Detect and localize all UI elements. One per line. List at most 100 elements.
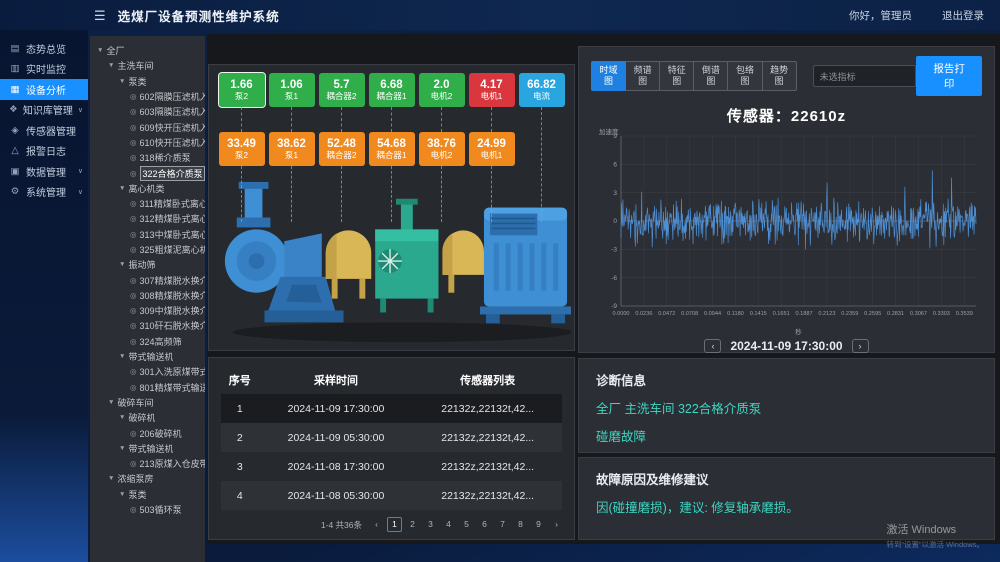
table-row[interactable]: 32024-11-08 17:30:0022132z,22132t,42... — [221, 452, 562, 481]
tree-node[interactable]: ◎609快开压滤机入料泵 — [90, 119, 205, 134]
tab-特征图[interactable]: 特征图 — [660, 61, 694, 91]
tree-expand-icon[interactable]: ▼ — [119, 185, 125, 192]
table-row[interactable]: 42024-11-08 05:30:0022132z,22132t,42... — [221, 481, 562, 510]
tree-node[interactable]: ▼带式输送机 — [90, 441, 205, 456]
metric-badge-top[interactable]: 6.68耦合器1 — [369, 73, 415, 107]
tree-node[interactable]: ▼泵类 — [90, 487, 205, 502]
pagination-page[interactable]: 8 — [513, 517, 528, 532]
tree-expand-icon[interactable]: ▼ — [119, 414, 125, 421]
tab-倒谱图[interactable]: 倒谱图 — [694, 61, 728, 91]
sidebar-item-5[interactable]: ◈传感器管理 — [0, 120, 88, 141]
pagination-prev[interactable]: ‹ — [369, 517, 384, 532]
svg-text:0.3539: 0.3539 — [956, 311, 973, 317]
table-pagination: 1-4 共36条‹123456789› — [321, 517, 564, 532]
metric-badge-top[interactable]: 66.82电流 — [519, 73, 565, 107]
menu-toggle-icon[interactable]: ☰ — [94, 9, 106, 22]
tree-node[interactable]: ▼破碎车间 — [90, 395, 205, 410]
metric-badge-bottom[interactable]: 24.99电机1 — [469, 132, 515, 166]
tree-expand-icon[interactable]: ▼ — [97, 47, 103, 54]
badge-label: 耦合器1 — [376, 92, 406, 101]
tree-node[interactable]: ◎313中煤卧式离心机 — [90, 227, 205, 242]
waveform-line — [621, 170, 976, 249]
tree-node[interactable]: ◎325粗煤泥离心机 — [90, 242, 205, 257]
tree-node[interactable]: ▼全厂 — [90, 43, 205, 58]
knowledge-icon: ❖ — [9, 104, 18, 115]
tree-node[interactable]: ◎213原煤入仓皮带 — [90, 456, 205, 471]
pagination-page[interactable]: 6 — [477, 517, 492, 532]
tree-node[interactable]: ◎603隔膜压滤机入料泵 — [90, 104, 205, 119]
sidebar-item-1[interactable]: ▤态势总览 — [0, 38, 88, 59]
logout-link[interactable]: 退出登录 — [942, 8, 984, 23]
tree-node[interactable]: ◎318稀介质泵 — [90, 150, 205, 165]
pagination-page[interactable]: 2 — [405, 517, 420, 532]
tree-node[interactable]: ◎301入洗原煤带式输送机 — [90, 364, 205, 379]
pagination-next[interactable]: › — [549, 517, 564, 532]
sidebar-item-6[interactable]: △报警日志 — [0, 141, 88, 162]
tree-expand-icon[interactable]: ▼ — [119, 78, 125, 85]
table-row[interactable]: 12024-11-09 17:30:0022132z,22132t,42... — [221, 394, 562, 423]
tree-node-label: 312精煤卧式离心机 — [140, 212, 205, 225]
sidebar-item-3[interactable]: ▦设备分析 — [0, 79, 88, 100]
tree-expand-icon[interactable]: ▼ — [119, 445, 125, 452]
metric-badge-bottom[interactable]: 38.62泵1 — [269, 132, 315, 166]
tree-expand-icon[interactable]: ▼ — [119, 261, 125, 268]
tree-node[interactable]: ▼离心机类 — [90, 181, 205, 196]
pagination-page[interactable]: 9 — [531, 517, 546, 532]
metric-badge-top[interactable]: 1.06泵1 — [269, 73, 315, 107]
tree-node[interactable]: ◎322合格介质泵 — [90, 165, 205, 180]
tree-node[interactable]: ▼浓缩泵房 — [90, 471, 205, 486]
tree-node[interactable]: ▼带式输送机 — [90, 349, 205, 364]
metric-badge-bottom[interactable]: 33.49泵2 — [219, 132, 265, 166]
pagination-page[interactable]: 3 — [423, 517, 438, 532]
app-root: ☰ 选煤厂设备预测性维护系统 你好，管理员 退出登录 ▤态势总览▥实时监控▦设备… — [0, 0, 1000, 562]
metric-badge-top[interactable]: 4.17电机1 — [469, 73, 515, 107]
tree-expand-icon[interactable]: ▼ — [119, 353, 125, 360]
tree-node[interactable]: ◎311精煤卧式离心机 — [90, 196, 205, 211]
print-report-button[interactable]: 报告打印 — [916, 56, 982, 96]
metric-badge-bottom[interactable]: 38.76电机2 — [419, 132, 465, 166]
tree-node[interactable]: ▼振动筛 — [90, 257, 205, 272]
pagination-page[interactable]: 1 — [387, 517, 402, 532]
indicator-select[interactable]: 未选指标 — [813, 65, 917, 87]
tab-时域图[interactable]: 时域图 — [591, 61, 626, 91]
next-date-button[interactable]: › — [852, 339, 869, 353]
tab-频谱图[interactable]: 频谱图 — [626, 61, 660, 91]
view-tabs: 时域图频谱图特征图倒谱图包络图趋势图 — [591, 61, 797, 91]
tree-node[interactable]: ◎312精煤卧式离心机 — [90, 211, 205, 226]
sidebar-item-2[interactable]: ▥实时监控 — [0, 59, 88, 80]
metric-badge-bottom[interactable]: 54.68耦合器1 — [369, 132, 415, 166]
tree-expand-icon[interactable]: ▼ — [119, 491, 125, 498]
tab-包络图[interactable]: 包络图 — [728, 61, 762, 91]
sidebar-item-7[interactable]: ▣数据管理∨ — [0, 161, 88, 182]
tree-node[interactable]: ◎206破碎机 — [90, 425, 205, 440]
tree-node[interactable]: ▼破碎机 — [90, 410, 205, 425]
pagination-page[interactable]: 7 — [495, 517, 510, 532]
tree-node[interactable]: ▼泵类 — [90, 74, 205, 89]
metric-badge-bottom[interactable]: 52.48耦合器2 — [319, 132, 365, 166]
tree-node[interactable]: ◎309中煤脱水换介筛 — [90, 303, 205, 318]
tree-expand-icon[interactable]: ▼ — [108, 399, 114, 406]
tree-node[interactable]: ◎307精煤脱水换介筛 — [90, 272, 205, 287]
tree-node[interactable]: ◎503循环泵 — [90, 502, 205, 517]
advice-panel: 故障原因及维修建议 因(碰撞磨损)，建议: 修复轴承磨损。 — [578, 457, 995, 540]
prev-date-button[interactable]: ‹ — [704, 339, 721, 353]
tree-node[interactable]: ◎310矸石脱水换介筛 — [90, 318, 205, 333]
tree-node[interactable]: ◎801精煤带式输送机 — [90, 380, 205, 395]
tree-node[interactable]: ◎308精煤脱水换介筛 — [90, 288, 205, 303]
tree-expand-icon[interactable]: ▼ — [108, 62, 114, 69]
pagination-page[interactable]: 4 — [441, 517, 456, 532]
sidebar-item-4[interactable]: ❖知识库管理∨ — [0, 100, 88, 121]
equipment-leaf-icon: ◎ — [130, 199, 137, 208]
tree-node[interactable]: ◎324高频筛 — [90, 334, 205, 349]
tree-node[interactable]: ▼主洗车间 — [90, 58, 205, 73]
sidebar-item-8[interactable]: ⚙系统管理∨ — [0, 182, 88, 203]
tab-趋势图[interactable]: 趋势图 — [763, 61, 797, 91]
pagination-page[interactable]: 5 — [459, 517, 474, 532]
tree-node[interactable]: ◎610快开压滤机入料泵 — [90, 135, 205, 150]
tree-node[interactable]: ◎602隔膜压滤机入料泵 — [90, 89, 205, 104]
metric-badge-top[interactable]: 1.66泵2 — [219, 73, 265, 107]
metric-badge-top[interactable]: 5.7耦合器2 — [319, 73, 365, 107]
tree-expand-icon[interactable]: ▼ — [108, 475, 114, 482]
table-row[interactable]: 22024-11-09 05:30:0022132z,22132t,42... — [221, 423, 562, 452]
metric-badge-top[interactable]: 2.0电机2 — [419, 73, 465, 107]
